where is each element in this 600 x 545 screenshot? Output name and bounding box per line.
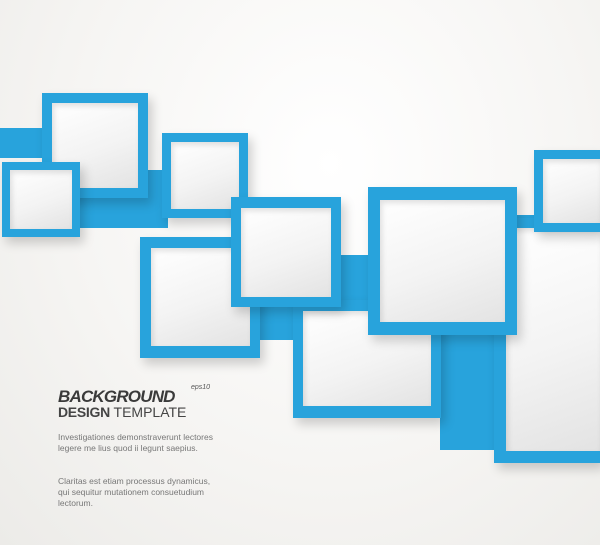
paragraph: Investigationes demonstraverunt lectores… — [58, 432, 213, 453]
square-frame — [2, 162, 80, 237]
square-frame — [231, 197, 341, 307]
paragraph: Claritas est etiam processus dynamicus, … — [58, 476, 211, 508]
subtitle-design: DESIGN — [58, 404, 110, 420]
title-block: BACKGROUND eps10 DESIGN TEMPLATE — [58, 384, 210, 420]
eps-label: eps10 — [191, 384, 211, 391]
background-canvas: BACKGROUND eps10 DESIGN TEMPLATE Investi… — [0, 0, 600, 545]
subtitle-template: TEMPLATE — [109, 404, 187, 420]
square-frame — [534, 150, 600, 232]
square-frame — [368, 187, 517, 335]
subtitle: DESIGN TEMPLATE — [58, 405, 186, 420]
headline-background: BACKGROUND — [58, 387, 175, 406]
